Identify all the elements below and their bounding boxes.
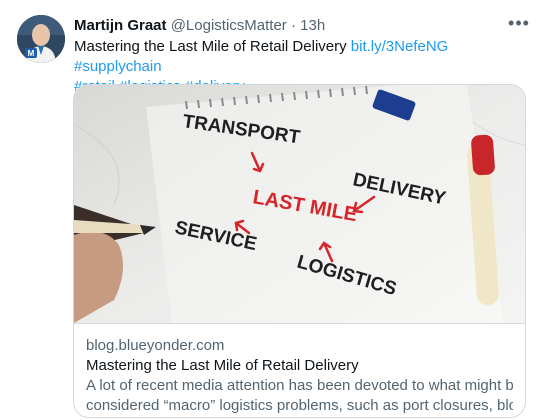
separator-dot: · — [290, 17, 296, 34]
card-image-illustration: TRANSPORT DELIVERY LAST MILE SERVICE LOG… — [74, 85, 525, 323]
more-options-icon[interactable]: ••• — [507, 14, 531, 36]
card-description-line-2: considered “macro” logistics problems, s… — [86, 397, 513, 414]
card-domain: blog.blueyonder.com — [86, 337, 225, 354]
author-handle[interactable]: @LogisticsMatter — [171, 17, 287, 34]
link-preview-card[interactable]: TRANSPORT DELIVERY LAST MILE SERVICE LOG… — [73, 84, 526, 418]
card-description: A lot of recent media attention has been… — [86, 376, 513, 416]
card-info[interactable]: blog.blueyonder.com Mastering the Last M… — [74, 323, 525, 417]
avatar-image: M — [17, 15, 65, 63]
tweet-text-main: Mastering the Last Mile of Retail Delive… — [74, 38, 347, 55]
tweet-header: Martijn Graat @LogisticsMatter · 13h ••• — [74, 14, 531, 36]
svg-text:M: M — [28, 49, 35, 58]
card-image[interactable]: TRANSPORT DELIVERY LAST MILE SERVICE LOG… — [74, 85, 525, 323]
author-name[interactable]: Martijn Graat — [74, 17, 167, 34]
card-description-line-1: A lot of recent media attention has been… — [86, 377, 513, 394]
avatar[interactable]: M — [17, 15, 65, 63]
tweet-timestamp[interactable]: 13h — [300, 17, 325, 34]
hashtag-supplychain[interactable]: #supplychain — [74, 58, 162, 75]
tweet[interactable]: M Martijn Graat @LogisticsMatter · 13h •… — [0, 0, 547, 420]
card-title: Mastering the Last Mile of Retail Delive… — [86, 357, 359, 374]
short-link[interactable]: bit.ly/3NefeNG — [351, 38, 449, 55]
